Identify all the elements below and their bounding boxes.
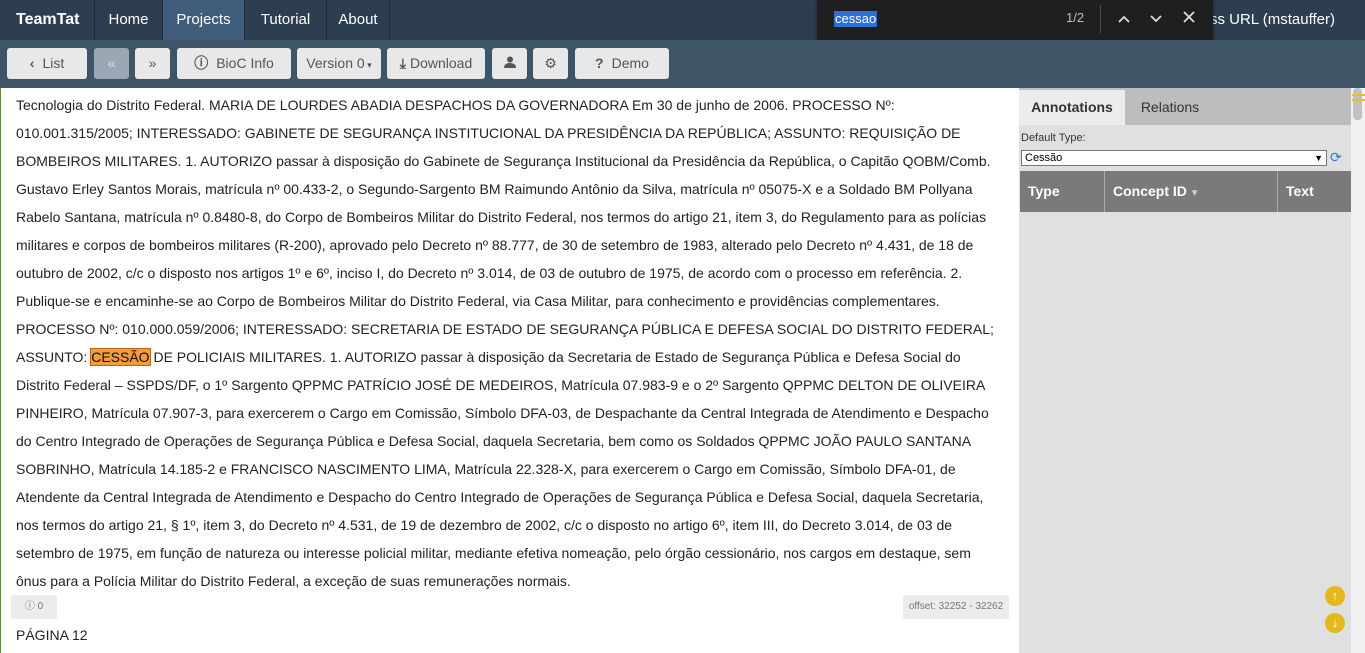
- nav-tutorial[interactable]: Tutorial: [244, 0, 326, 40]
- column-concept-id-label: Concept ID: [1113, 183, 1187, 199]
- tab-annotations[interactable]: Annotations: [1019, 90, 1125, 125]
- nav-home[interactable]: Home: [94, 0, 162, 40]
- tab-relations[interactable]: Relations: [1125, 90, 1215, 125]
- user-icon: [503, 55, 516, 71]
- first-page-button[interactable]: «: [94, 48, 129, 79]
- column-text[interactable]: Text: [1278, 171, 1351, 212]
- list-button-label: List: [42, 55, 65, 71]
- sort-icon: ▼: [1186, 188, 1200, 199]
- settings-button[interactable]: ⚙: [533, 48, 568, 79]
- scroll-match-marker: [1352, 94, 1365, 96]
- search-highlight[interactable]: CESSÃO: [90, 348, 151, 366]
- gears-icon: ⚙: [544, 55, 557, 71]
- page-label: PÁGINA 12: [16, 627, 88, 643]
- find-match-count: 1/2: [1066, 10, 1085, 25]
- document-panel: Tecnologia do Distrito Federal. MARIA DE…: [0, 88, 1018, 653]
- annotation-count-badge[interactable]: ⓘ 0: [11, 595, 57, 619]
- passage-text-before: Tecnologia do Distrito Federal. MARIA DE…: [16, 97, 994, 365]
- passage-text-after: DE POLICIAIS MILITARES. 1. AUTORIZO pass…: [16, 349, 989, 589]
- find-input[interactable]: cessao: [834, 11, 878, 27]
- offset-badge: offset: 32252 - 32262: [903, 595, 1009, 619]
- demo-label: Demo: [611, 55, 649, 71]
- column-concept-id[interactable]: Concept ID ▼: [1105, 171, 1278, 212]
- nav-projects[interactable]: Projects: [162, 0, 244, 40]
- access-url-link[interactable]: cess URL (mstauffer): [1194, 0, 1335, 40]
- chevron-down-icon: ▼: [1314, 153, 1323, 163]
- bioc-info-button[interactable]: ⓘ BioC Info: [177, 48, 291, 79]
- scroll-match-marker: [1352, 99, 1365, 101]
- download-icon: ⤓: [399, 55, 406, 71]
- find-divider: [1100, 5, 1101, 33]
- info-icon: ⓘ: [24, 601, 35, 612]
- column-type[interactable]: Type: [1020, 171, 1105, 212]
- nav-about[interactable]: About: [326, 0, 390, 40]
- document-toolbar: ‹ List « » ⓘ BioC Info Version 0 ▾ ⤓ Downlo…: [0, 40, 1365, 88]
- default-type-select[interactable]: Cessão ▼: [1021, 150, 1327, 166]
- list-button[interactable]: ‹ List: [7, 48, 87, 79]
- chevron-down-icon[interactable]: [1146, 8, 1166, 28]
- download-label: Download: [409, 55, 473, 71]
- bioc-info-label: BioC Info: [216, 55, 274, 71]
- download-button[interactable]: ⤓ Download: [387, 48, 485, 79]
- find-bar: cessao 1/2: [817, 0, 1213, 43]
- panel-tabs: Annotations Relations: [1019, 88, 1351, 125]
- version-dropdown[interactable]: Version 0 ▾: [297, 48, 381, 79]
- double-chevron-right-icon: »: [148, 55, 157, 71]
- question-icon: ?: [595, 55, 604, 71]
- next-page-button[interactable]: »: [135, 48, 170, 79]
- caret-down-icon: ▾: [364, 60, 372, 70]
- annotation-panel: Annotations Relations Default Type: Cess…: [1019, 88, 1351, 653]
- double-chevron-left-icon: «: [107, 55, 116, 71]
- scroll-up-icon[interactable]: ↑: [1325, 586, 1345, 606]
- info-icon: ⓘ: [194, 55, 209, 71]
- chevron-up-icon[interactable]: [1114, 8, 1134, 28]
- default-type-value: Cessão: [1025, 152, 1063, 164]
- passage-text[interactable]: Tecnologia do Distrito Federal. MARIA DE…: [16, 91, 1001, 595]
- user-button[interactable]: [492, 48, 527, 79]
- version-label: Version 0: [306, 55, 365, 71]
- chevron-left-icon: ‹: [29, 55, 35, 71]
- scrollbar-thumb[interactable]: [1353, 88, 1362, 120]
- scrollbar[interactable]: [1351, 88, 1365, 653]
- annotation-table-header: Type Concept ID ▼ Text: [1020, 171, 1351, 212]
- brand-logo[interactable]: TeamTat: [0, 0, 94, 40]
- scroll-down-icon[interactable]: ↓: [1325, 613, 1345, 633]
- refresh-icon[interactable]: ⟳: [1330, 149, 1342, 166]
- demo-button[interactable]: ? Demo: [575, 48, 669, 79]
- close-icon[interactable]: [1179, 8, 1199, 28]
- default-type-label: Default Type:: [1021, 132, 1086, 144]
- annotation-count: 0: [37, 601, 44, 612]
